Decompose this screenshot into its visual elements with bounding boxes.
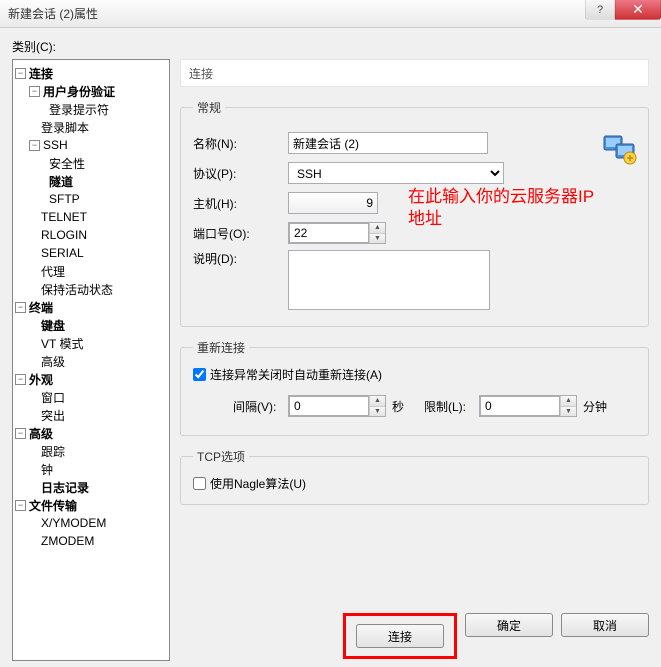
interval-input[interactable]	[289, 396, 369, 416]
tree-security[interactable]: 安全性	[49, 155, 85, 172]
tree-trace[interactable]: 跟踪	[41, 443, 65, 460]
reconnect-group: 重新连接 连接异常关闭时自动重新连接(A) 间隔(V): ▲▼ 秒 限制(L):	[180, 339, 649, 436]
spin-down-icon[interactable]: ▼	[561, 407, 576, 417]
ok-button[interactable]: 确定	[465, 613, 553, 637]
collapse-icon[interactable]: −	[15, 302, 26, 313]
tree-advanced-t[interactable]: 高级	[41, 353, 65, 370]
tree-tunnel[interactable]: 隧道	[49, 173, 73, 190]
tree-zmodem[interactable]: ZMODEM	[41, 534, 94, 548]
highlight-box: 连接	[343, 613, 457, 659]
host-input[interactable]	[288, 192, 378, 214]
tree-rlogin[interactable]: RLOGIN	[41, 228, 87, 242]
dialog-buttons: 连接 确定 取消	[180, 607, 649, 661]
name-input[interactable]	[288, 132, 488, 154]
auto-reconnect-label: 连接异常关闭时自动重新连接(A)	[210, 366, 382, 383]
spin-down-icon[interactable]: ▼	[370, 407, 385, 417]
spin-up-icon[interactable]: ▲	[561, 396, 576, 407]
tree-serial[interactable]: SERIAL	[41, 246, 84, 260]
collapse-icon[interactable]: −	[15, 68, 26, 79]
tree-telnet[interactable]: TELNET	[41, 210, 87, 224]
collapse-icon[interactable]: −	[15, 500, 26, 511]
host-label: 主机(H):	[193, 195, 288, 212]
interval-spinner[interactable]: ▲▼	[288, 395, 386, 417]
collapse-icon[interactable]: −	[29, 86, 40, 97]
tree-connection[interactable]: 连接	[29, 65, 53, 82]
tree-appearance[interactable]: 外观	[29, 371, 53, 388]
close-button[interactable]: ✕	[615, 0, 661, 20]
window-buttons: ? ✕	[585, 0, 661, 20]
tcp-group: TCP选项 使用Nagle算法(U)	[180, 448, 649, 505]
port-spinner[interactable]: ▲▼	[288, 222, 386, 244]
tree-advanced[interactable]: 高级	[29, 425, 53, 442]
tree-keyboard[interactable]: 键盘	[41, 317, 65, 334]
nagle-checkbox[interactable]	[193, 477, 206, 490]
tree-highlight[interactable]: 突出	[41, 407, 65, 424]
tree-keepalive[interactable]: 保持活动状态	[41, 281, 113, 298]
auto-reconnect-checkbox[interactable]	[193, 368, 206, 381]
desc-textarea[interactable]	[288, 250, 490, 310]
cancel-button[interactable]: 取消	[561, 613, 649, 637]
protocol-label: 协议(P):	[193, 165, 288, 182]
protocol-select[interactable]: SSH	[288, 162, 504, 184]
tree-xymodem[interactable]: X/YMODEM	[41, 516, 106, 530]
reconnect-legend: 重新连接	[193, 339, 249, 356]
collapse-icon[interactable]: −	[15, 428, 26, 439]
connection-icon	[602, 130, 638, 166]
limit-spinner[interactable]: ▲▼	[479, 395, 577, 417]
window-title: 新建会话 (2)属性	[8, 5, 657, 22]
nagle-label: 使用Nagle算法(U)	[210, 475, 306, 492]
general-group: 常规 名称(N): 协议(P): SSH	[180, 99, 649, 327]
tree-sftp[interactable]: SFTP	[49, 192, 80, 206]
tree-logging[interactable]: 日志记录	[41, 479, 89, 496]
tree-auth[interactable]: 用户身份验证	[43, 83, 115, 100]
tree-proxy[interactable]: 代理	[41, 263, 65, 280]
port-input[interactable]	[289, 223, 369, 243]
collapse-icon[interactable]: −	[29, 140, 40, 151]
collapse-icon[interactable]: −	[15, 374, 26, 385]
tree-vtmode[interactable]: VT 模式	[41, 335, 83, 352]
spin-up-icon[interactable]: ▲	[370, 223, 385, 234]
section-header: 连接	[180, 59, 649, 87]
minutes-label: 分钟	[583, 398, 607, 415]
tree-window[interactable]: 窗口	[41, 389, 65, 406]
category-tree[interactable]: −连接 −用户身份验证 登录提示符 登录脚本 −SSH 安全性 隧道 SFTP	[12, 59, 170, 661]
general-legend: 常规	[193, 99, 225, 116]
desc-label: 说明(D):	[193, 250, 288, 267]
name-label: 名称(N):	[193, 135, 288, 152]
port-label: 端口号(O):	[193, 225, 288, 242]
spin-down-icon[interactable]: ▼	[370, 234, 385, 244]
help-button[interactable]: ?	[585, 0, 615, 20]
tree-file-transfer[interactable]: 文件传输	[29, 497, 77, 514]
spin-up-icon[interactable]: ▲	[370, 396, 385, 407]
category-label: 类别(C):	[12, 38, 649, 55]
limit-input[interactable]	[480, 396, 560, 416]
interval-label: 间隔(V):	[233, 398, 288, 415]
seconds-label: 秒	[392, 398, 404, 415]
limit-label: 限制(L):	[424, 398, 479, 415]
tree-ssh[interactable]: SSH	[43, 138, 68, 152]
tcp-legend: TCP选项	[193, 448, 249, 465]
title-bar: 新建会话 (2)属性 ? ✕	[0, 0, 661, 28]
tree-login-script[interactable]: 登录脚本	[41, 119, 89, 136]
connect-button[interactable]: 连接	[356, 624, 444, 648]
tree-terminal[interactable]: 终端	[29, 299, 53, 316]
tree-login-prompt[interactable]: 登录提示符	[49, 101, 109, 118]
tree-bell[interactable]: 钟	[41, 461, 53, 478]
